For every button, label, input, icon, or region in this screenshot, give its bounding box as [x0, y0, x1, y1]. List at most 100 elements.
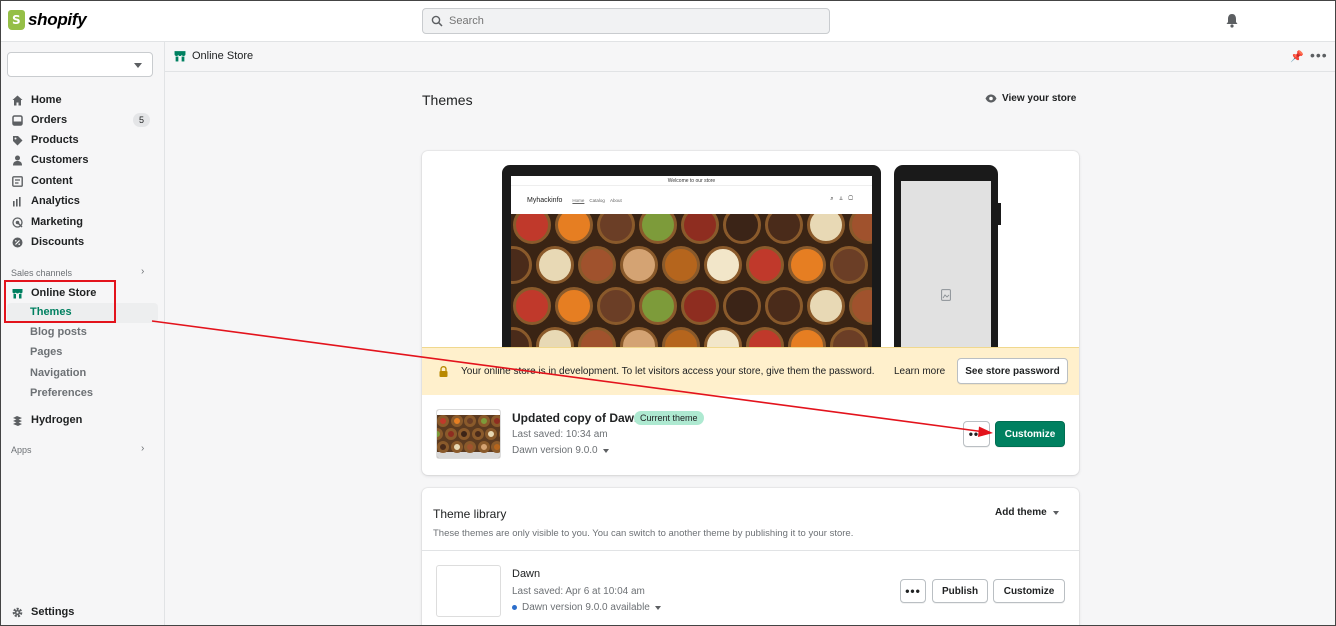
more-options-icon[interactable]: ••• [1310, 47, 1328, 63]
hero-bowl [723, 214, 761, 244]
dawn-customize-button[interactable]: Customize [993, 579, 1065, 603]
hero-bowl [513, 214, 551, 244]
shopify-logo[interactable]: shopify [8, 10, 87, 30]
learn-more-link[interactable]: Learn more [894, 366, 945, 377]
hero-bowl [849, 214, 872, 244]
sidebar-subitem-blog-posts[interactable]: Blog posts [30, 326, 87, 338]
sidebar-item-customers[interactable]: Customers [12, 152, 88, 168]
customize-button[interactable]: Customize [995, 421, 1065, 447]
orders-count-badge: 5 [133, 113, 150, 127]
store-selector[interactable] [7, 52, 153, 77]
dawn-theme-version[interactable]: Dawn version 9.0.0 available [512, 602, 661, 613]
sidebar-item-content[interactable]: Content [12, 173, 73, 189]
sidebar-subitem-preferences[interactable]: Preferences [30, 387, 93, 399]
hero-bowl [464, 440, 476, 453]
bell-icon[interactable] [1225, 13, 1239, 28]
sidebar-item-label: Content [31, 175, 73, 187]
search-bar[interactable] [422, 8, 830, 34]
dawn-theme-thumbnail [436, 565, 501, 617]
hero-bowl [477, 415, 490, 427]
desktop-preview-screen: Welcome to our store Myhackinfo Home Cat… [511, 176, 872, 350]
view-store-link[interactable]: View your store [985, 93, 1076, 104]
home-icon [12, 95, 23, 105]
sidebar-item-home[interactable]: Home [12, 92, 62, 108]
dawn-more-button[interactable]: ••• [900, 579, 926, 603]
dawn-theme-name: Dawn [512, 568, 541, 580]
caret-down-icon [134, 63, 142, 68]
preview-header-icons: ⌕♙▢ [830, 196, 858, 202]
eye-icon [985, 94, 997, 103]
pin-icon[interactable]: 📌 [1290, 50, 1304, 63]
content-icon [12, 175, 23, 187]
sidebar-subitem-pages[interactable]: Pages [30, 346, 62, 358]
image-placeholder-icon [941, 289, 951, 301]
sidebar-item-analytics[interactable]: Analytics [12, 193, 80, 209]
page-title: Themes [422, 92, 473, 108]
current-theme-saved: Last saved: 10:34 am [512, 429, 608, 440]
hero-bowl [830, 246, 868, 285]
theme-library-title: Theme library [433, 507, 507, 521]
hero-bowl [450, 440, 463, 453]
hydrogen-icon [13, 415, 22, 426]
hero-bowl [578, 246, 616, 285]
hero-bowl [788, 246, 826, 285]
hero-bowl [807, 286, 845, 325]
hero-bowl [849, 286, 872, 325]
publish-button[interactable]: Publish [932, 579, 988, 603]
hero-bowl [437, 427, 443, 440]
sidebar-item-label: Hydrogen [31, 414, 83, 426]
lock-icon [439, 366, 448, 377]
current-theme-version[interactable]: Dawn version 9.0.0 [512, 445, 609, 456]
preview-nav-about: About [609, 197, 622, 203]
preview-hero-image [511, 214, 872, 350]
caret-down-icon [654, 605, 661, 610]
discount-icon [12, 237, 23, 247]
gear-icon [12, 607, 23, 617]
add-theme-button[interactable]: Add theme [995, 507, 1059, 518]
sidebar-item-products[interactable]: Products [12, 132, 79, 148]
sidebar-item-discounts[interactable]: Discounts [12, 234, 84, 250]
caret-down-icon [602, 448, 609, 453]
hero-bowl [681, 286, 719, 325]
thumbnail-image [437, 415, 500, 454]
see-store-password-button[interactable]: See store password [957, 358, 1068, 384]
sidebar-item-hydrogen[interactable]: Hydrogen [12, 412, 82, 428]
sidebar-item-label: Analytics [31, 195, 80, 207]
desktop-preview[interactable]: Welcome to our store Myhackinfo Home Cat… [502, 165, 881, 350]
hero-bowl [437, 415, 449, 427]
breadcrumb-online-store[interactable]: Online Store [174, 50, 253, 62]
preview-nav-home: Home [572, 197, 585, 203]
hero-bowl [746, 246, 784, 285]
hero-bowl [723, 286, 761, 325]
sidebar-item-label: Settings [31, 606, 75, 618]
chevron-right-icon[interactable]: › [141, 266, 144, 277]
current-theme-thumbnail [436, 409, 501, 459]
banner-message: Your online store is in development. To … [461, 366, 875, 377]
sidebar-item-label: Marketing [31, 216, 83, 228]
hero-bowl [765, 214, 803, 244]
hero-bowl [498, 427, 500, 440]
search-input[interactable] [449, 15, 809, 27]
hero-bowl [450, 415, 463, 427]
shopify-bag-icon [8, 10, 25, 30]
current-theme-more-button[interactable]: ••• [963, 421, 990, 447]
update-available-dot [512, 605, 517, 610]
caret-down-icon [1052, 510, 1059, 515]
sidebar-item-settings[interactable]: Settings [12, 604, 74, 620]
current-theme-card: Welcome to our store Myhackinfo Home Cat… [422, 151, 1079, 475]
sidebar-item-orders[interactable]: Orders [12, 112, 67, 128]
hero-bowl [681, 214, 719, 244]
sidebar-item-marketing[interactable]: Marketing [12, 214, 83, 230]
hero-bowl [639, 286, 677, 325]
brand-name: shopify [28, 10, 87, 29]
add-theme-label: Add theme [995, 507, 1047, 518]
sidebar-item-label: Discounts [31, 236, 85, 248]
version-label: Dawn version 9.0.0 [512, 445, 598, 456]
hero-bowl [765, 286, 803, 325]
breadcrumb: Online Store 📌 ••• [165, 42, 1336, 72]
analytics-icon [13, 196, 21, 206]
mobile-preview[interactable] [894, 165, 1001, 350]
sidebar-subitem-navigation[interactable]: Navigation [30, 367, 86, 379]
chevron-right-icon[interactable]: › [141, 443, 144, 454]
hero-bowl [704, 246, 742, 285]
